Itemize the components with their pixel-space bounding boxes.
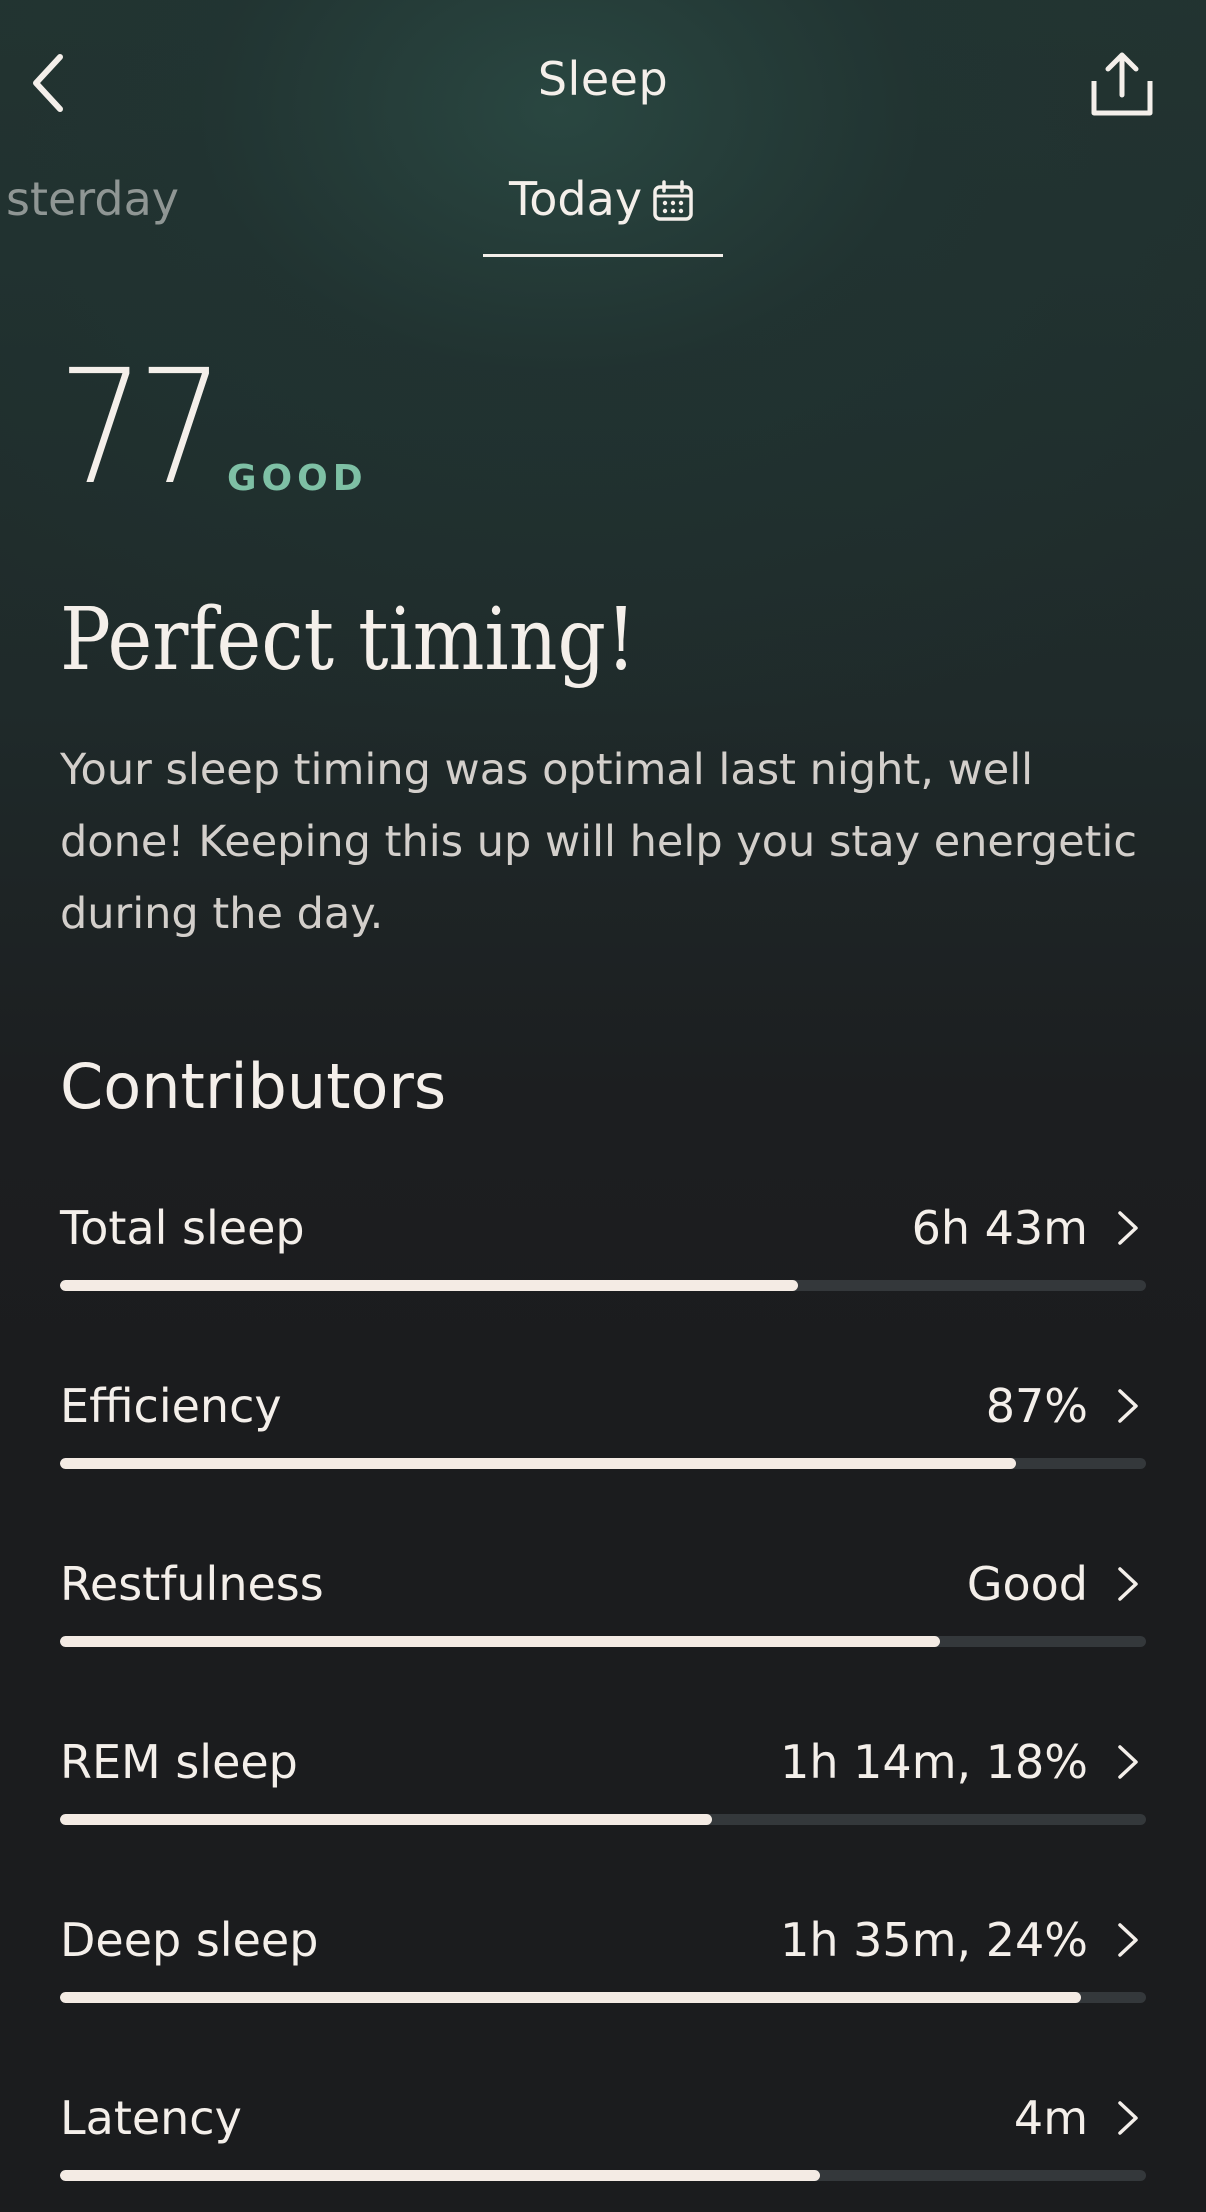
progress-track [60, 2170, 1146, 2181]
chevron-right-icon [1118, 1211, 1138, 1245]
progress-track [60, 1458, 1146, 1469]
chevron-right-icon [1118, 1567, 1138, 1601]
contributor-label: Deep sleep [60, 1913, 319, 1967]
progress-fill [60, 1280, 799, 1291]
progress-track [60, 1992, 1146, 2003]
progress-fill [60, 1636, 940, 1647]
tab-today[interactable]: Today [483, 170, 723, 257]
progress-track [60, 1814, 1146, 1825]
chevron-right-icon [1118, 1389, 1138, 1423]
tab-today-label: Today [509, 172, 643, 226]
chevron-right-icon [1118, 2101, 1138, 2135]
progress-fill [60, 2170, 821, 2181]
contributor-value: 1h 35m, 24% [780, 1913, 1088, 1967]
contributors-list: Total sleep 6h 43m Efficiency 87% Restfu… [60, 1198, 1146, 2212]
share-icon [1091, 52, 1153, 116]
progress-fill [60, 1458, 1016, 1469]
contributor-value: 87% [985, 1379, 1088, 1433]
progress-track [60, 1280, 1146, 1291]
contributor-label: Total sleep [60, 1201, 305, 1255]
contributor-label: Latency [60, 2091, 242, 2145]
progress-fill [60, 1814, 712, 1825]
sleep-score: 77 [58, 336, 224, 520]
contributor-value: Good [966, 1557, 1088, 1611]
contributor-rem-sleep[interactable]: REM sleep 1h 14m, 18% [60, 1732, 1146, 1910]
progress-track [60, 1636, 1146, 1647]
calendar-icon [653, 180, 693, 221]
contributor-label: REM sleep [60, 1735, 298, 1789]
contributor-restfulness[interactable]: Restfulness Good [60, 1554, 1146, 1732]
chevron-left-icon [33, 54, 63, 112]
contributor-value: 4m [1013, 2091, 1088, 2145]
progress-fill [60, 1992, 1081, 2003]
insight-title: Perfect timing! [60, 590, 637, 690]
insight-body: Your sleep timing was optimal last night… [60, 745, 1137, 939]
contributor-latency[interactable]: Latency 4m [60, 2088, 1146, 2212]
contributor-value: 6h 43m [911, 1201, 1088, 1255]
contributor-value: 1h 14m, 18% [780, 1735, 1088, 1789]
tab-yesterday[interactable]: sterday [6, 172, 226, 226]
contributor-efficiency[interactable]: Efficiency 87% [60, 1376, 1146, 1554]
back-button[interactable] [18, 48, 78, 118]
contributor-deep-sleep[interactable]: Deep sleep 1h 35m, 24% [60, 1910, 1146, 2088]
chevron-right-icon [1118, 1745, 1138, 1779]
chevron-right-icon [1118, 1923, 1138, 1957]
page-title: Sleep [537, 52, 669, 106]
contributor-label: Restfulness [60, 1557, 324, 1611]
contributor-total-sleep[interactable]: Total sleep 6h 43m [60, 1198, 1146, 1376]
score-rating: GOOD [227, 458, 368, 499]
contributor-label: Efficiency [60, 1379, 282, 1433]
tab-active-indicator [483, 254, 723, 257]
share-button[interactable] [1082, 44, 1162, 124]
contributors-heading: Contributors [60, 1050, 447, 1123]
